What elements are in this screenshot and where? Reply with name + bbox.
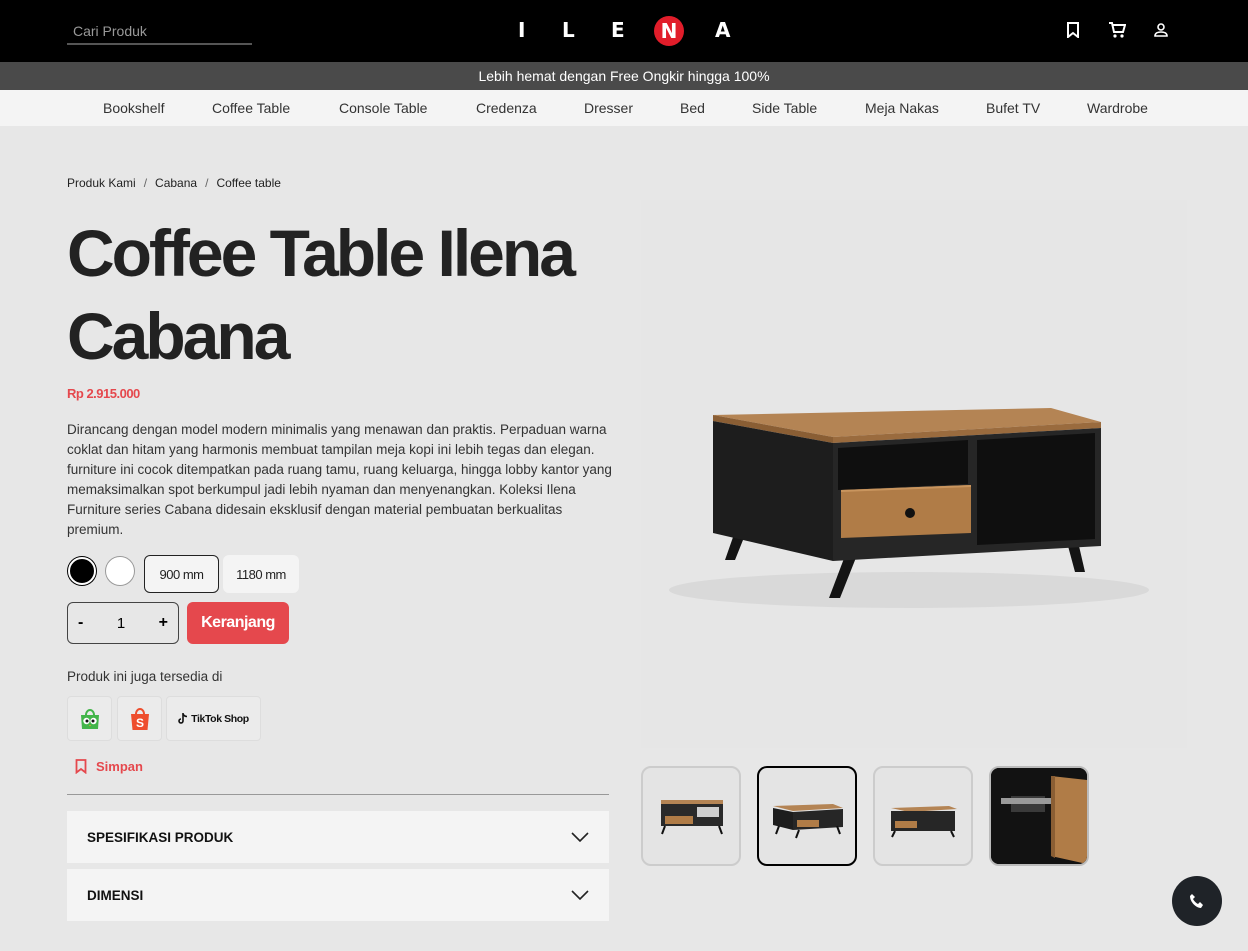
accordion-dimensi[interactable]: DIMENSI: [67, 869, 609, 921]
tiktok-icon: [178, 712, 188, 724]
top-header: I L E N A: [0, 0, 1248, 62]
promo-banner: Lebih hemat dengan Free Ongkir hingga 10…: [0, 62, 1248, 90]
account-icon[interactable]: [1151, 20, 1171, 40]
nav-meja-nakas[interactable]: Meja Nakas: [865, 100, 939, 116]
product-title: Coffee Table Ilena Cabana: [67, 216, 576, 373]
search-input[interactable]: [67, 20, 252, 42]
save-label: Simpan: [96, 759, 143, 774]
chevron-down-icon: [571, 890, 589, 900]
nav-wardrobe[interactable]: Wardrobe: [1087, 100, 1148, 116]
thumbnail-image: [773, 804, 843, 839]
decrement-button[interactable]: -: [78, 614, 83, 632]
thumbnail-image: [891, 806, 957, 838]
breadcrumb-separator: /: [143, 176, 148, 190]
product-description: Dirancang dengan model modern minimalis …: [67, 422, 612, 537]
breadcrumb-coffee-table: Coffee table: [216, 176, 281, 190]
bookmark-icon: [75, 759, 87, 774]
chevron-down-icon: [571, 832, 589, 842]
size-option-1180[interactable]: 1180 mm: [223, 555, 299, 593]
accordion-dimensi-label: DIMENSI: [87, 887, 144, 903]
thumbnail-image: [661, 800, 723, 835]
search-box[interactable]: [67, 20, 252, 45]
nav-coffee-table[interactable]: Coffee Table: [212, 100, 290, 116]
svg-text:S: S: [135, 716, 143, 730]
thumbnail-image: [991, 768, 1087, 864]
tokopedia-icon: [80, 708, 99, 729]
logo-letter-a: A: [715, 18, 731, 42]
logo-letter-l: L: [562, 18, 575, 42]
bookmark-icon[interactable]: [1063, 20, 1083, 40]
tokopedia-link[interactable]: [67, 696, 112, 741]
shopee-icon: S: [130, 707, 149, 730]
save-button[interactable]: Simpan: [75, 759, 143, 774]
product-price: Rp 2.915.000: [67, 386, 140, 401]
thumbnail-4[interactable]: [989, 766, 1089, 866]
thumbnail-3[interactable]: [873, 766, 973, 866]
category-nav: Bookshelf Coffee Table Console Table Cre…: [0, 90, 1248, 126]
nav-bufet-tv[interactable]: Bufet TV: [986, 100, 1040, 116]
coffee-table-image: [669, 408, 1149, 608]
nav-console-table[interactable]: Console Table: [339, 100, 427, 116]
cart-icon[interactable]: [1107, 20, 1127, 40]
shopee-link[interactable]: S: [117, 696, 162, 741]
nav-dresser[interactable]: Dresser: [584, 100, 633, 116]
availability-label: Produk ini juga tersedia di: [67, 669, 223, 684]
breadcrumb-produk-kami[interactable]: Produk Kami: [67, 176, 136, 190]
logo-letter-i: I: [518, 18, 526, 42]
nav-side-table[interactable]: Side Table: [752, 100, 817, 116]
quantity-value[interactable]: 1: [117, 615, 125, 632]
nav-credenza[interactable]: Credenza: [476, 100, 537, 116]
product-main-image[interactable]: [641, 200, 1187, 748]
divider: [67, 794, 609, 795]
add-to-cart-button[interactable]: Keranjang: [187, 602, 289, 644]
nav-bed[interactable]: Bed: [680, 100, 705, 116]
tiktok-shop-link[interactable]: TikTok Shop: [166, 696, 261, 741]
phone-icon: [1190, 894, 1203, 908]
quantity-stepper: - 1 +: [67, 602, 179, 644]
increment-button[interactable]: +: [159, 614, 168, 632]
breadcrumb-cabana[interactable]: Cabana: [155, 176, 197, 190]
color-swatch-white[interactable]: [106, 557, 134, 585]
accordion-spesifikasi[interactable]: SPESIFIKASI PRODUK: [67, 811, 609, 863]
thumbnail-2[interactable]: [757, 766, 857, 866]
color-swatch-black[interactable]: [68, 557, 96, 585]
logo-letter-e: E: [611, 18, 625, 42]
ilena-logo[interactable]: I L E N A: [508, 16, 740, 46]
nav-bookshelf[interactable]: Bookshelf: [103, 100, 164, 116]
accordion-spesifikasi-label: SPESIFIKASI PRODUK: [87, 829, 234, 845]
thumbnail-1[interactable]: [641, 766, 741, 866]
tiktok-shop-label: TikTok Shop: [191, 712, 249, 725]
logo-letter-n: N: [654, 16, 684, 46]
breadcrumb-separator: /: [205, 176, 209, 190]
size-option-900[interactable]: 900 mm: [144, 555, 219, 593]
call-button[interactable]: [1172, 876, 1222, 926]
breadcrumb: Produk Kami / Cabana / Coffee table: [67, 176, 281, 190]
